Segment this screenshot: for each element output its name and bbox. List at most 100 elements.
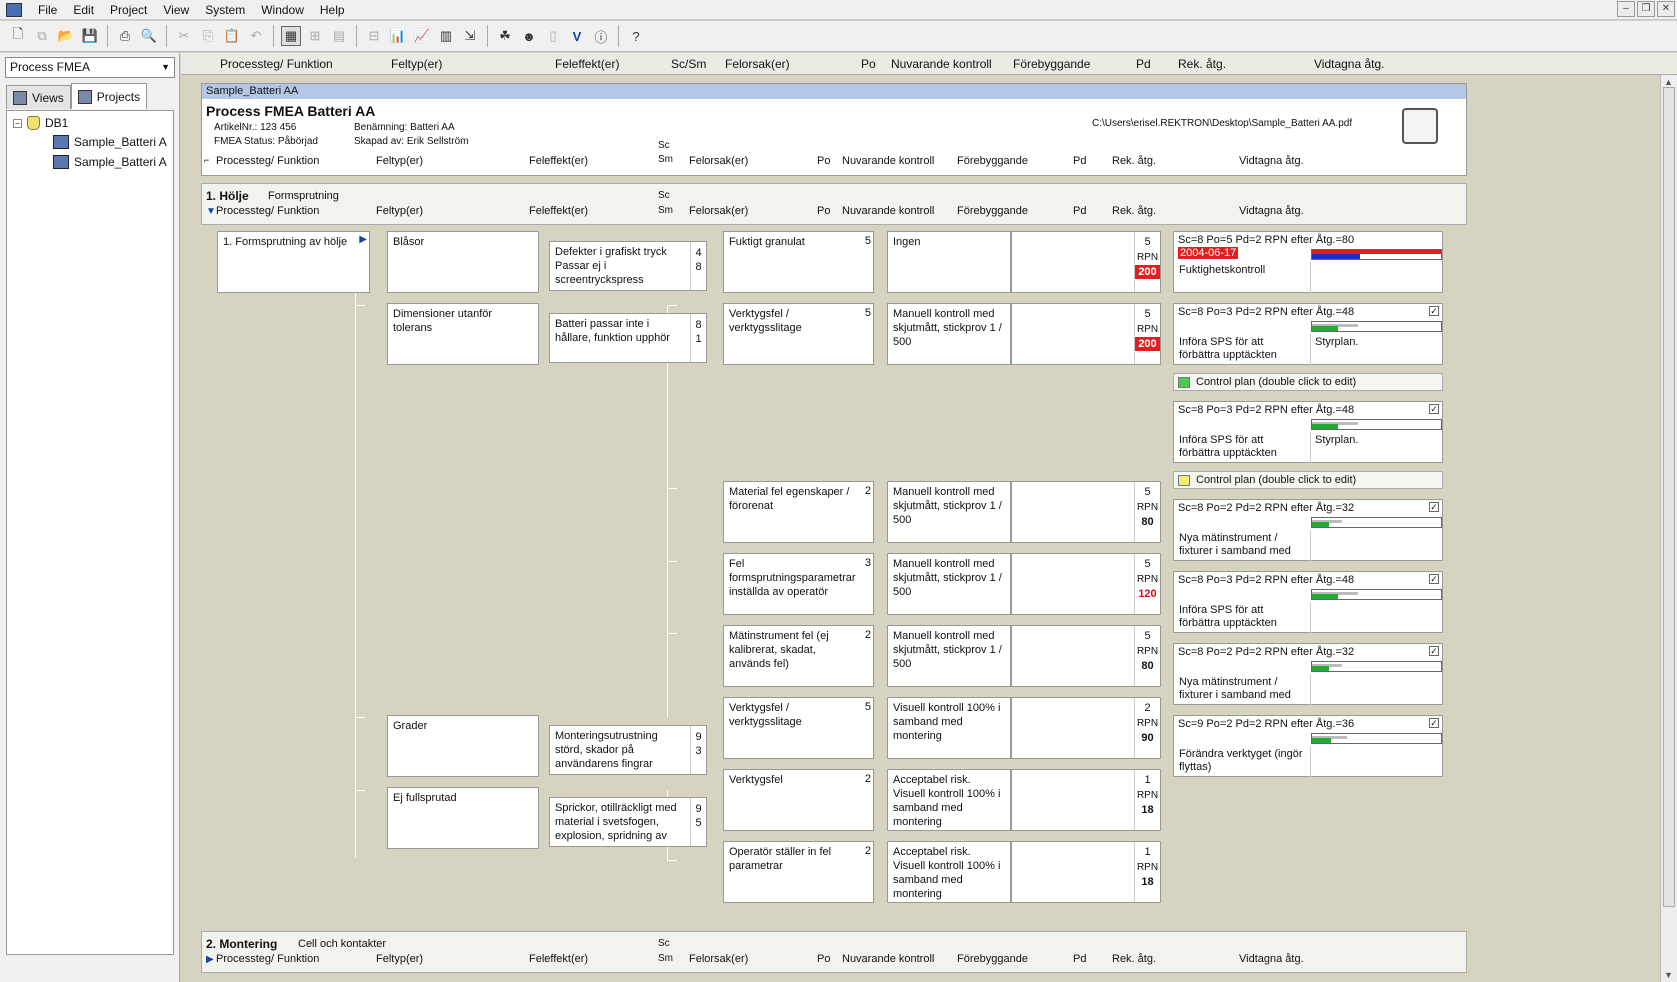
recommendation-box[interactable]: Sc=8 Po=3 Pd=2 RPN efter Åtg.=48 ✓ Införa … [1173,571,1443,634]
col-pd[interactable]: Pd [1136,57,1151,71]
current-control-box[interactable]: Acceptabel risk. Visuell kontroll 100% i… [887,769,1011,831]
menu-project[interactable]: Project [102,0,155,20]
completed-checkbox[interactable]: ✓ [1429,646,1439,656]
completed-checkbox[interactable]: ✓ [1429,574,1439,584]
recommendation-box[interactable]: Sc=8 Po=2 Pd=2 RPN efter Åtg.=32 ✓ Nya mät… [1173,643,1443,706]
col-felorsak[interactable]: Felorsak(er) [725,57,790,71]
prevention-box[interactable]: 5 RPN 80 [1011,625,1161,687]
col-po[interactable]: Po [861,57,876,71]
users-icon[interactable]: ☘ [495,26,515,46]
vertical-scrollbar[interactable]: ▲ ▼ [1660,75,1677,982]
col-feleffekt[interactable]: Feleffekt(er) [555,57,619,71]
cause-box[interactable]: Fel formsprutningsparametrar inställda a… [723,553,874,615]
prevention-box[interactable]: 2 RPN 90 [1011,697,1161,759]
cause-box[interactable]: Material fel egenskaper / förorenat 2 [723,481,874,543]
current-control-box[interactable]: Ingen [887,231,1011,293]
col-feltyp[interactable]: Feltyp(er) [391,57,442,71]
line-chart-icon[interactable]: 📈 [412,26,432,46]
clipboard-icon[interactable]: ▯ [543,26,563,46]
scroll-down-icon[interactable]: ▼ [1664,970,1673,980]
control-plan-button[interactable]: Control plan (double click to edit) [1173,373,1443,391]
current-control-box[interactable]: Visuell kontroll 100% i samband med mont… [887,697,1011,759]
collapse-all-icon[interactable]: ⌐ [204,155,209,165]
tab-views[interactable]: Views [6,85,71,109]
expand-down-icon[interactable]: ▼ [206,206,216,217]
process-step-box[interactable]: 1. Formsprutning av hölje ▶ [217,231,370,293]
pdf-document-icon[interactable] [1402,108,1438,144]
completed-checkbox[interactable]: ✓ [1429,502,1439,512]
failure-mode-box[interactable]: Blåsor [387,231,539,293]
print-preview-icon[interactable]: 🔍 [139,26,159,46]
menu-file[interactable]: File [30,0,65,20]
expand-right-icon[interactable]: ▶ [206,954,214,965]
copy-icon[interactable]: ⎘ [198,26,218,46]
view-type-select[interactable]: Process FMEA ▼ [5,57,175,78]
new-document-icon[interactable]: 🗋 [8,26,28,46]
cause-box[interactable]: Mätinstrument fel (ej kalibrerat, skadat… [723,625,874,687]
failure-mode-box[interactable]: Grader [387,715,539,777]
table-view-icon[interactable]: ▦ [281,26,301,46]
col-forebyggande[interactable]: Förebyggande [1013,57,1090,71]
completed-checkbox[interactable]: ✓ [1429,404,1439,414]
undo-icon[interactable]: ↶ [246,26,266,46]
print-icon[interactable]: ⎙ [115,26,135,46]
scroll-thumb[interactable] [1663,87,1675,907]
current-control-box[interactable]: Acceptabel risk. Visuell kontroll 100% i… [887,841,1011,903]
save-icon[interactable]: 💾 [80,26,100,46]
prevention-box[interactable]: 1 RPN 18 [1011,769,1161,831]
col-processteg[interactable]: Processteg/ Funktion [220,57,333,71]
info-icon[interactable]: ⓘ [591,26,611,46]
current-control-box[interactable]: Manuell kontroll med skjutmått, stickpro… [887,553,1011,615]
recommendation-box[interactable]: Sc=9 Po=2 Pd=2 RPN efter Åtg.=36 ✓ Förändr… [1173,715,1443,778]
cause-box[interactable]: Verktygsfel 2 [723,769,874,831]
menu-help[interactable]: Help [312,0,353,20]
tree-node-db1[interactable]: − DB1 [13,116,68,130]
copy-document-icon[interactable]: ⧉ [32,26,52,46]
prevention-box[interactable]: 5 RPN 80 [1011,481,1161,543]
col-rek[interactable]: Rek. åtg. [1178,57,1226,71]
col-nuvarande[interactable]: Nuvarande kontroll [891,57,992,71]
tree-node-project[interactable]: Sample_Batteri A [53,135,167,149]
col-scsm[interactable]: Sc/Sm [671,57,706,71]
export-icon[interactable]: ⇲ [460,26,480,46]
chevron-down-icon[interactable]: ▼ [161,58,170,77]
form-view-icon[interactable]: ▤ [329,26,349,46]
prevention-box[interactable]: 1 RPN 18 [1011,841,1161,903]
effect-box[interactable]: Defekter i grafiskt tryck Passar ej i sc… [549,241,707,291]
tab-projects[interactable]: Projects [70,83,148,109]
completed-checkbox[interactable]: ✓ [1429,718,1439,728]
close-icon[interactable]: ✕ [1657,1,1675,17]
tree-view-icon[interactable]: ⊞ [305,26,325,46]
report-icon[interactable]: ▥ [436,26,456,46]
menu-edit[interactable]: Edit [65,0,102,20]
effect-box[interactable]: Batteri passar inte i hållare, funktion … [549,313,707,363]
prevention-box[interactable]: 5 RPN 200 [1011,303,1161,365]
recommendation-box[interactable]: Sc=8 Po=2 Pd=2 RPN efter Åtg.=32 ✓ Nya mät… [1173,499,1443,562]
user-icon[interactable]: ☻ [519,26,539,46]
prevention-box[interactable]: 5 RPN 200 [1011,231,1161,293]
restore-icon[interactable]: ❐ [1637,1,1655,17]
recommendation-box[interactable]: Sc=8 Po=5 Pd=2 RPN efter Åtg.=80 2004-06-… [1173,231,1443,294]
effect-box[interactable]: Sprickor, otillräckligt med material i s… [549,797,707,847]
collapse-icon[interactable]: − [13,118,22,128]
menu-window[interactable]: Window [253,0,312,20]
menu-system[interactable]: System [197,0,253,20]
failure-mode-box[interactable]: Dimensioner utanför tolerans [387,303,539,365]
minimize-icon[interactable]: – [1617,1,1635,17]
project-tree[interactable]: − DB1 Sample_Batteri A Sample_Batteri A [6,110,174,955]
cause-box[interactable]: Operatör ställer in fel parametrar 2 [723,841,874,903]
failure-mode-box[interactable]: Ej fullsprutad [387,787,539,849]
cause-box[interactable]: Fuktigt granulat 5 [723,231,874,293]
section-bar[interactable]: 1. Hölje Formsprutning Sc Sm ▼ Processte… [201,183,1467,225]
prevention-box[interactable]: 5 RPN 120 [1011,553,1161,615]
recommendation-box[interactable]: Sc=8 Po=3 Pd=2 RPN efter Åtg.=48 ✓ Införa … [1173,401,1443,464]
help-pointer-icon[interactable]: ? [626,26,646,46]
scroll-up-icon[interactable]: ▲ [1664,77,1673,87]
tree-node-project[interactable]: Sample_Batteri A [53,155,167,169]
effect-box[interactable]: Monteringsutrustning störd, skador på an… [549,725,707,775]
bar-chart-icon[interactable]: 📊 [388,26,408,46]
cut-icon[interactable]: ✂ [174,26,194,46]
current-control-box[interactable]: Manuell kontroll med skjutmått, stickpro… [887,481,1011,543]
play-icon[interactable]: ▶ [359,233,367,247]
completed-checkbox[interactable]: ✓ [1429,306,1439,316]
